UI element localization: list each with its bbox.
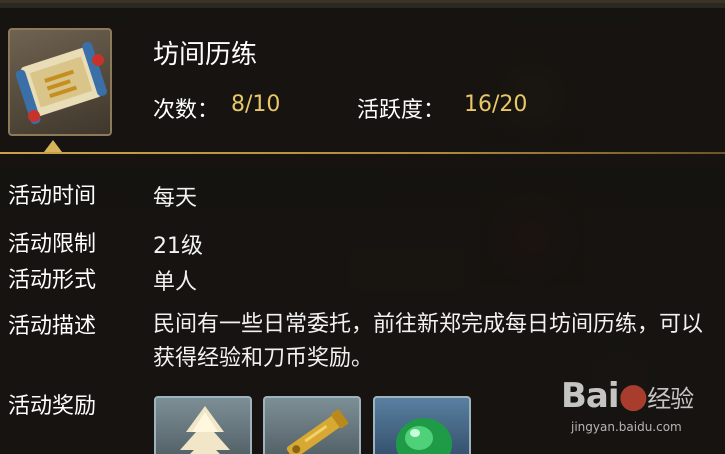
top-border xyxy=(0,0,725,3)
watermark-logo-text: Bai xyxy=(561,376,620,416)
activity-icon-frame xyxy=(8,28,112,136)
experience-tree-icon xyxy=(180,406,230,454)
format-label: 活动形式 xyxy=(8,268,97,293)
limit-label: 活动限制 xyxy=(8,232,97,257)
time-value: 每天 xyxy=(153,186,198,211)
baidu-watermark: Bai●经验 jingyan.baidu.com xyxy=(561,376,711,440)
time-label: 活动时间 xyxy=(8,184,97,209)
header-divider xyxy=(0,152,725,154)
activity-points-label: 活跃度： xyxy=(357,98,446,123)
paw-icon: ● xyxy=(618,376,649,416)
activity-title: 坊间历练 xyxy=(153,40,258,70)
description-label: 活动描述 xyxy=(8,314,97,339)
reward-slot[interactable] xyxy=(154,396,252,454)
format-value: 单人 xyxy=(153,270,198,295)
watermark-url: jingyan.baidu.com xyxy=(571,420,682,434)
limit-value: 21级 xyxy=(153,234,203,259)
description-text: 民间有一些日常委托，前往新郑完成每日坊间历练，可以获得经验和刀币奖励。 xyxy=(153,312,704,371)
watermark-logo: Bai●经验 xyxy=(561,376,694,416)
reward-slot[interactable] xyxy=(263,396,361,454)
rewards-label: 活动奖励 xyxy=(8,394,97,419)
reward-slot[interactable] xyxy=(373,396,471,454)
scroll-icon xyxy=(16,41,107,125)
count-label: 次数： xyxy=(153,98,220,123)
knife-coin-icon xyxy=(286,409,349,454)
green-gem-icon xyxy=(396,418,452,454)
watermark-logo-cn: 经验 xyxy=(647,385,694,413)
pointer-notch xyxy=(44,140,62,152)
activity-points-value: 16/20 xyxy=(464,92,528,117)
count-value: 8/10 xyxy=(231,92,281,117)
